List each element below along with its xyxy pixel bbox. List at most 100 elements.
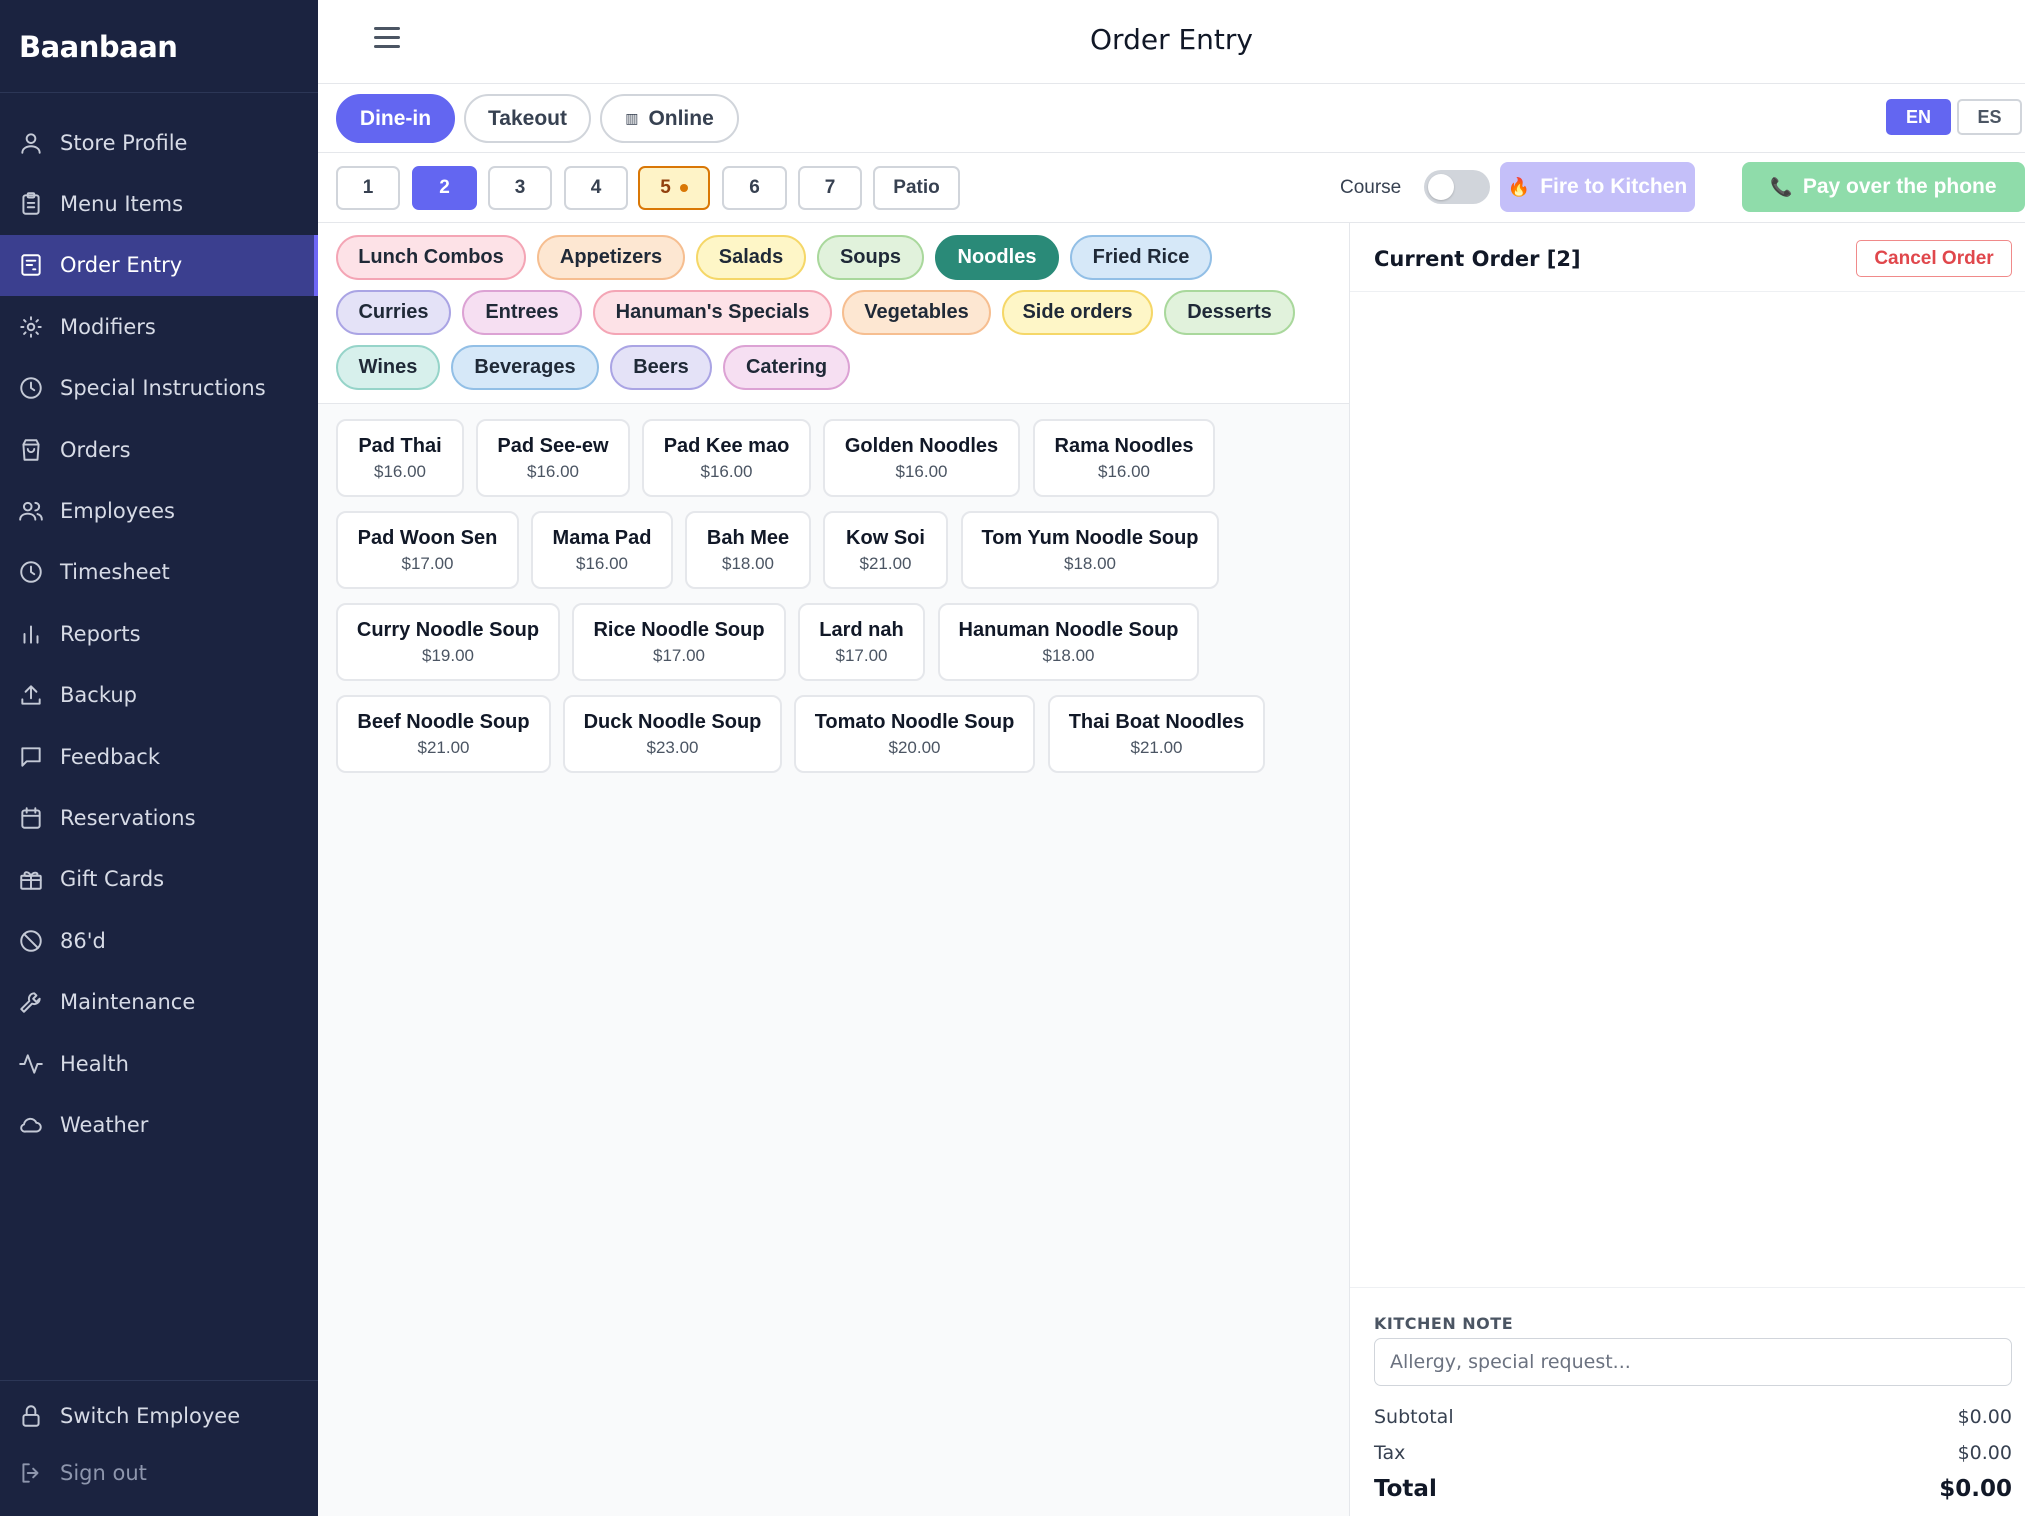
barcode-icon: ▥ xyxy=(625,110,639,126)
receipt-icon xyxy=(18,252,44,278)
sidebar-item-maintenance[interactable]: Maintenance xyxy=(0,971,318,1032)
menu-item-card[interactable]: Thai Boat Noodles $21.00 xyxy=(1048,695,1265,773)
table-button-4[interactable]: 4 xyxy=(564,166,628,210)
order-type-dine-in[interactable]: Dine-in xyxy=(336,94,455,143)
category-salads[interactable]: Salads xyxy=(696,235,806,280)
bar-chart-icon xyxy=(18,621,44,647)
category-wines[interactable]: Wines xyxy=(336,345,440,390)
table-button-6[interactable]: 6 xyxy=(722,166,787,210)
course-toggle[interactable] xyxy=(1424,170,1490,204)
pay-over-phone-button[interactable]: 📞 Pay over the phone xyxy=(1742,162,2025,212)
menu-item-name: Duck Noodle Soup xyxy=(583,710,762,733)
category-hanumans-specials[interactable]: Hanuman's Specials xyxy=(593,290,832,335)
language-es-button[interactable]: ES xyxy=(1957,99,2022,135)
sidebar-item-label: Employees xyxy=(60,499,175,524)
menu-item-price: $18.00 xyxy=(1042,645,1095,665)
menu-item-card[interactable]: Pad See-ew $16.00 xyxy=(476,419,630,497)
category-noodles[interactable]: Noodles xyxy=(935,235,1059,280)
switch-employee-button[interactable]: Switch Employee xyxy=(0,1387,318,1444)
category-curries[interactable]: Curries xyxy=(336,290,451,335)
order-footer: KITCHEN NOTE Subtotal $0.00 Tax $0.00 To… xyxy=(1350,1287,2025,1516)
menu-item-name: Lard nah xyxy=(819,618,904,641)
sidebar-item-label: Feedback xyxy=(60,744,161,769)
table-button-5[interactable]: 5 xyxy=(638,166,710,210)
category-bar: Lunch Combos Appetizers Salads Soups Noo… xyxy=(318,223,1350,404)
menu-item-card[interactable]: Pad Kee mao $16.00 xyxy=(642,419,811,497)
menu-item-card[interactable]: Lard nah $17.00 xyxy=(798,603,925,681)
menu-item-card[interactable]: Rice Noodle Soup $17.00 xyxy=(572,603,786,681)
menu-item-card[interactable]: Mama Pad $16.00 xyxy=(531,511,673,589)
menu-item-card[interactable]: Tom Yum Noodle Soup $18.00 xyxy=(961,511,1219,589)
cancel-order-button[interactable]: Cancel Order xyxy=(1856,240,2012,277)
menu-item-card[interactable]: Curry Noodle Soup $19.00 xyxy=(336,603,560,681)
fire-label: Fire to Kitchen xyxy=(1540,175,1688,198)
total-label: Total xyxy=(1374,1476,1437,1502)
sidebar-item-health[interactable]: Health xyxy=(0,1033,318,1094)
sidebar-item-label: Modifiers xyxy=(60,314,156,339)
menu-item-price: $21.00 xyxy=(1130,737,1183,757)
fire-to-kitchen-button[interactable]: 🔥 Fire to Kitchen xyxy=(1500,162,1695,212)
sidebar-item-modifiers[interactable]: Modifiers xyxy=(0,296,318,357)
clock-icon xyxy=(18,559,44,585)
sidebar-item-special-instructions[interactable]: Special Instructions xyxy=(0,358,318,419)
category-beers[interactable]: Beers xyxy=(610,345,712,390)
category-entrees[interactable]: Entrees xyxy=(462,290,582,335)
menu-item-card[interactable]: Duck Noodle Soup $23.00 xyxy=(563,695,782,773)
table-button-2[interactable]: 2 xyxy=(412,166,477,210)
category-appetizers[interactable]: Appetizers xyxy=(537,235,685,280)
menu-item-card[interactable]: Rama Noodles $16.00 xyxy=(1033,419,1215,497)
menu-item-card[interactable]: Beef Noodle Soup $21.00 xyxy=(336,695,551,773)
total-value: $0.00 xyxy=(1939,1476,2012,1502)
menu-item-card[interactable]: Hanuman Noodle Soup $18.00 xyxy=(938,603,1199,681)
order-type-online[interactable]: ▥ Online xyxy=(600,94,739,143)
ban-icon xyxy=(18,928,44,954)
sidebar-item-timesheet[interactable]: Timesheet xyxy=(0,542,318,603)
menu-item-card[interactable]: Golden Noodles $16.00 xyxy=(823,419,1020,497)
menu-item-price: $17.00 xyxy=(835,645,888,665)
category-vegetables[interactable]: Vegetables xyxy=(842,290,991,335)
table-button-1[interactable]: 1 xyxy=(336,166,400,210)
menu-item-card[interactable]: Pad Woon Sen $17.00 xyxy=(336,511,519,589)
upload-icon xyxy=(18,682,44,708)
cloud-icon xyxy=(18,1112,44,1138)
kitchen-note-input[interactable] xyxy=(1374,1338,2012,1386)
category-catering[interactable]: Catering xyxy=(723,345,850,390)
sidebar-nav: Store Profile Menu Items Order Entry Mod… xyxy=(0,112,318,1156)
sidebar-item-gift-cards[interactable]: Gift Cards xyxy=(0,849,318,910)
category-side-orders[interactable]: Side orders xyxy=(1002,290,1153,335)
sidebar-item-weather[interactable]: Weather xyxy=(0,1094,318,1155)
sidebar-item-reservations[interactable]: Reservations xyxy=(0,787,318,848)
sidebar-item-employees[interactable]: Employees xyxy=(0,480,318,541)
table-button-patio[interactable]: Patio xyxy=(873,166,960,210)
sidebar-item-86d[interactable]: 86'd xyxy=(0,910,318,971)
lock-icon xyxy=(18,1403,44,1429)
sidebar-item-order-entry[interactable]: Order Entry xyxy=(0,234,318,297)
sign-out-button[interactable]: Sign out xyxy=(0,1444,318,1501)
table-button-3[interactable]: 3 xyxy=(488,166,552,210)
category-soups[interactable]: Soups xyxy=(817,235,924,280)
clipboard-icon xyxy=(18,191,44,217)
menu-item-card[interactable]: Bah Mee $18.00 xyxy=(685,511,811,589)
sidebar-item-orders[interactable]: Orders xyxy=(0,419,318,480)
category-fried-rice[interactable]: Fried Rice xyxy=(1070,235,1212,280)
category-beverages[interactable]: Beverages xyxy=(451,345,599,390)
menu-item-card[interactable]: Tomato Noodle Soup $20.00 xyxy=(794,695,1035,773)
sidebar-item-store-profile[interactable]: Store Profile xyxy=(0,112,318,173)
menu-item-card[interactable]: Pad Thai $16.00 xyxy=(336,419,464,497)
table-button-7[interactable]: 7 xyxy=(798,166,862,210)
order-type-label: Online xyxy=(648,106,714,130)
menu-item-price: $21.00 xyxy=(417,737,470,757)
order-type-takeout[interactable]: Takeout xyxy=(464,94,591,143)
sidebar-item-menu-items[interactable]: Menu Items xyxy=(0,173,318,234)
sidebar-item-label: Reports xyxy=(60,621,141,646)
category-desserts[interactable]: Desserts xyxy=(1164,290,1295,335)
sidebar-item-reports[interactable]: Reports xyxy=(0,603,318,664)
sidebar-item-feedback[interactable]: Feedback xyxy=(0,726,318,787)
menu-item-price: $16.00 xyxy=(576,553,628,573)
sidebar-item-backup[interactable]: Backup xyxy=(0,665,318,726)
top-header: Order Entry xyxy=(318,0,2025,84)
category-lunch-combos[interactable]: Lunch Combos xyxy=(336,235,526,280)
menu-item-card[interactable]: Kow Soi $21.00 xyxy=(823,511,948,589)
language-en-button[interactable]: EN xyxy=(1886,99,1951,135)
menu-item-name: Mama Pad xyxy=(552,526,652,549)
